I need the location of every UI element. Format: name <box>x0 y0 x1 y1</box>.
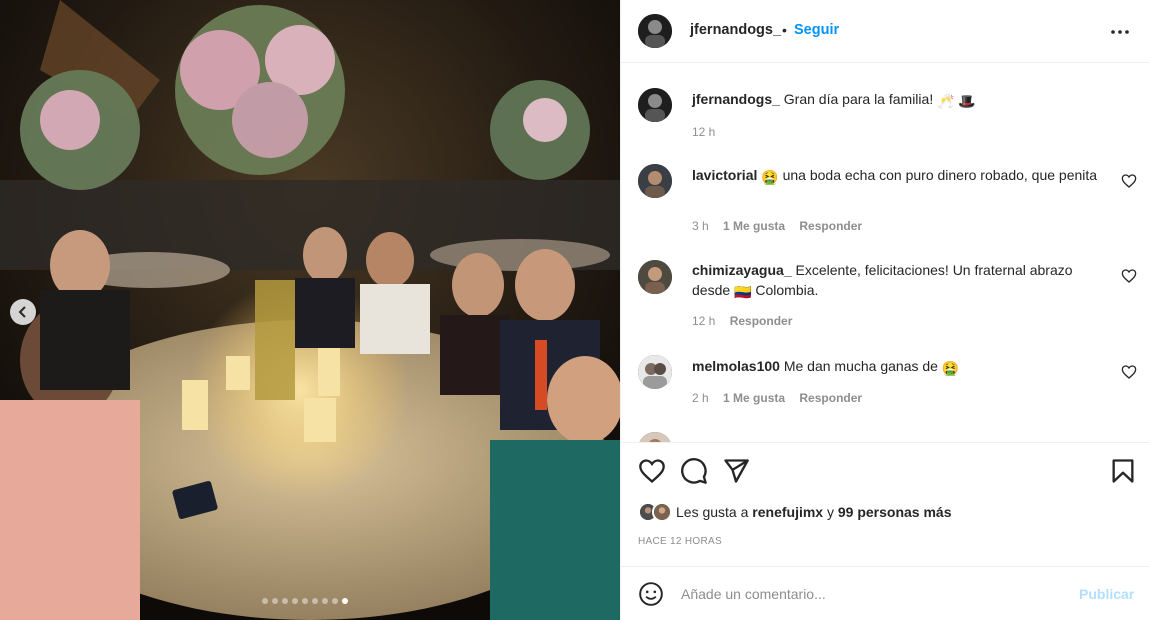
more-options-button[interactable] <box>1105 20 1135 44</box>
likes-text: Les gusta a renefujimx y 99 personas más <box>676 504 952 520</box>
heart-icon[interactable] <box>1121 173 1137 189</box>
carousel-dot <box>322 598 328 604</box>
likes-prefix: Les gusta a <box>676 504 749 520</box>
carousel-dot <box>282 598 288 604</box>
reply-button[interactable]: Responder <box>799 219 862 233</box>
author-username[interactable]: jfernandogs_ <box>690 22 781 38</box>
comment-avatar[interactable] <box>638 355 672 389</box>
wedding-table-photo <box>0 0 620 620</box>
comment-time: 2 h <box>692 391 709 405</box>
post-header: jfernandogs_ • Seguir <box>621 0 1149 63</box>
carousel-dot <box>342 598 348 604</box>
comment-text: lavictorial 🤮 una boda echa con puro din… <box>692 165 1102 187</box>
carousel-prev-button[interactable] <box>10 299 36 325</box>
carousel-indicator <box>262 598 348 604</box>
comment-emoji: 🤮 <box>941 360 960 376</box>
post-photo[interactable] <box>0 0 620 620</box>
heart-icon[interactable] <box>1121 268 1137 284</box>
caption-emoji-1: 🥂 <box>937 93 955 109</box>
comment-meta: 3 h 1 Me gusta Responder <box>692 219 873 233</box>
likes-others[interactable]: 99 personas más <box>838 504 952 520</box>
comment-time: 12 h <box>692 314 716 328</box>
publish-button[interactable]: Publicar <box>1079 586 1134 602</box>
carousel-dot <box>302 598 308 604</box>
comment-username[interactable]: chimizayagua_ <box>692 262 792 278</box>
comment-body: Me dan mucha ganas de <box>783 358 938 374</box>
liker-username[interactable]: renefujimx <box>752 504 823 520</box>
add-comment-bar: Publicar <box>621 566 1149 620</box>
caption-username[interactable]: jfernandogs_ <box>692 91 780 107</box>
comment-username[interactable]: melmolas100 <box>692 358 780 374</box>
follow-button[interactable]: Seguir <box>794 22 839 38</box>
comment-body: una boda echa con puro dinero robado, qu… <box>782 167 1098 183</box>
comments-list[interactable]: jfernandogs_ Gran día para la familia! 🥂… <box>621 64 1149 442</box>
caption-avatar[interactable] <box>638 88 672 122</box>
comment-avatar[interactable] <box>638 164 672 198</box>
carousel-dot <box>262 598 268 604</box>
likes-conjunction: y <box>826 504 834 520</box>
carousel-dot <box>292 598 298 604</box>
caption-emoji-2: 🎩 <box>958 93 976 109</box>
caption-text: jfernandogs_ Gran día para la familia! 🥂… <box>692 89 1102 111</box>
reply-button[interactable]: Responder <box>799 391 862 405</box>
comment-username[interactable]: lavictorial <box>692 167 757 183</box>
caption-meta: 12 h <box>692 125 726 139</box>
comment-avatar[interactable] <box>638 260 672 294</box>
comment-icon[interactable] <box>680 457 708 485</box>
heart-icon[interactable] <box>638 457 666 485</box>
carousel-dot <box>332 598 338 604</box>
carousel-dot <box>272 598 278 604</box>
comment-emoji: 🇨🇴 <box>734 284 752 300</box>
caption-body: Gran día para la familia! <box>783 91 934 107</box>
post-actions: Les gusta a renefujimx y 99 personas más… <box>621 442 1149 565</box>
emoji-icon[interactable] <box>638 581 664 607</box>
separator-dot: • <box>782 22 787 38</box>
caption-time: 12 h <box>692 125 716 139</box>
comment-body-end: Colombia. <box>755 282 819 298</box>
comment-likes[interactable]: 1 Me gusta <box>723 391 785 405</box>
more-options-icon <box>1111 30 1129 34</box>
comment-input[interactable] <box>681 583 1061 605</box>
comment-text: chimizayagua_ Excelente, felicitaciones!… <box>692 260 1102 302</box>
comment-likes[interactable]: 1 Me gusta <box>723 219 785 233</box>
comment-meta: 12 h Responder <box>692 314 803 328</box>
comment-emoji: 🤮 <box>761 169 779 185</box>
comment-avatar[interactable] <box>638 432 672 442</box>
reply-button[interactable]: Responder <box>730 314 793 328</box>
author-avatar[interactable] <box>638 14 672 48</box>
post-time[interactable]: HACE 12 HORAS <box>638 536 722 547</box>
liker-avatar <box>652 502 672 522</box>
post-details-panel: jfernandogs_ • Seguir jfernandogs_ Gran … <box>620 0 1149 620</box>
comment-time: 3 h <box>692 219 709 233</box>
comment-text: melmolas100 Me dan mucha ganas de 🤮 <box>692 356 1102 378</box>
chevron-left-icon <box>18 306 26 318</box>
heart-icon[interactable] <box>1121 364 1137 380</box>
bookmark-icon[interactable] <box>1109 457 1137 485</box>
likes-summary[interactable]: Les gusta a renefujimx y 99 personas más <box>638 501 952 523</box>
share-icon[interactable] <box>722 457 750 485</box>
comment-meta: 2 h 1 Me gusta Responder <box>692 391 873 405</box>
carousel-dot <box>312 598 318 604</box>
